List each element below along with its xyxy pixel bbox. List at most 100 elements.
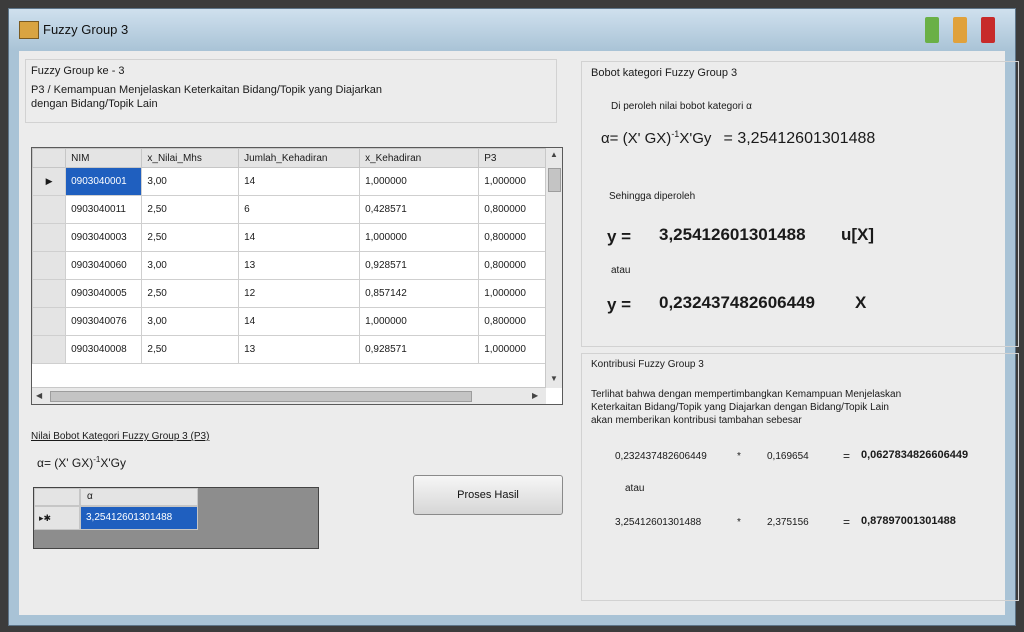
scroll-up-icon[interactable]: ▲ xyxy=(550,150,558,159)
table-cell[interactable]: 14 xyxy=(238,223,361,252)
table-cell[interactable]: 3,00 xyxy=(141,307,240,336)
table-cell[interactable]: 0903040005 xyxy=(65,279,143,308)
table-cell[interactable]: 1,000000 xyxy=(359,307,480,336)
table-cell[interactable]: 1,000000 xyxy=(359,223,480,252)
criterion-description-line1: P3 / Kemampuan Menjelaskan Keterkaitan B… xyxy=(31,84,382,96)
result-grid[interactable]: α ▸✱ 3,25412601301488 xyxy=(33,487,319,549)
calc1-a: 0,232437482606449 xyxy=(615,451,707,462)
y-label-2: y = xyxy=(607,295,632,314)
row-header[interactable]: ▶ xyxy=(32,167,67,196)
calc2-a: 3,25412601301488 xyxy=(615,517,702,528)
app-window: Fuzzy Group 3 Fuzzy Group ke - 3 P3 / Ke… xyxy=(8,8,1019,626)
table-row[interactable]: ▶ 0903040001 3,00 14 1,000000 1,000000 xyxy=(32,167,562,196)
data-table: NIM x_Nilai_Mhs Jumlah_Kehadiran x_Kehadira… xyxy=(32,148,562,364)
row-header-corner xyxy=(32,148,67,168)
y-label-1: y = xyxy=(607,227,632,246)
calc2-eq: = xyxy=(843,515,851,529)
row-header[interactable] xyxy=(32,335,67,364)
table-cell[interactable]: 0903040011 xyxy=(65,195,143,224)
process-button[interactable]: Proses Hasil xyxy=(413,475,563,515)
weight-label: Nilai Bobot Kategori Fuzzy Group 3 (P3) xyxy=(31,431,210,442)
table-cell[interactable]: 0903040003 xyxy=(65,223,143,252)
contribution-line3: akan memberikan kontribusi tambahan sebe… xyxy=(591,415,802,426)
contribution-title: Kontribusi Fuzzy Group 3 xyxy=(591,359,704,370)
left-formula: α= (X' GX)-1X'Gy xyxy=(37,455,126,470)
close-button[interactable] xyxy=(981,17,995,43)
vertical-scroll-thumb[interactable] xyxy=(548,168,561,192)
scroll-right-icon[interactable]: ▶ xyxy=(532,391,538,400)
window-title: Fuzzy Group 3 xyxy=(43,22,129,37)
or-text-2: atau xyxy=(625,483,645,494)
table-cell[interactable]: 2,50 xyxy=(141,223,240,252)
scroll-down-icon[interactable]: ▼ xyxy=(550,374,558,383)
table-cell[interactable]: 14 xyxy=(238,167,361,196)
table-row[interactable]: 0903040076 3,00 14 1,000000 0,800000 xyxy=(32,307,562,336)
table-cell[interactable]: 0903040060 xyxy=(65,251,143,280)
row-header[interactable] xyxy=(32,223,67,252)
calc2-b: 2,375156 xyxy=(767,517,809,528)
row-header[interactable] xyxy=(32,195,67,224)
maximize-button[interactable] xyxy=(953,17,967,43)
calc1-result: 0,0627834826606449 xyxy=(861,449,969,461)
table-cell[interactable]: 0,428571 xyxy=(359,195,480,224)
column-header[interactable]: x_Nilai_Mhs xyxy=(141,148,240,168)
column-header[interactable]: NIM xyxy=(65,148,143,168)
alpha-equation: α= (X' GX)-1X'Gy = 3,25412601301488 xyxy=(601,129,875,148)
calc1-eq: = xyxy=(843,449,851,463)
table-cell[interactable]: 2,50 xyxy=(141,279,240,308)
left-formula-tail: X'Gy xyxy=(100,456,127,470)
result-row-header: ▸✱ xyxy=(34,506,80,530)
column-header[interactable]: Jumlah_Kehadiran xyxy=(238,148,361,168)
table-cell[interactable]: 13 xyxy=(238,335,361,364)
table-cell[interactable]: 13 xyxy=(238,251,361,280)
table-cell[interactable]: 6 xyxy=(238,195,361,224)
table-cell[interactable]: 1,000000 xyxy=(359,167,480,196)
table-row[interactable]: 0903040060 3,00 13 0,928571 0,800000 xyxy=(32,251,562,280)
result-corner xyxy=(34,488,80,506)
y1-value: 3,25412601301488 xyxy=(659,225,806,244)
minimize-button[interactable] xyxy=(925,17,939,43)
alpha-formula: α= (X' GX) xyxy=(601,130,672,147)
column-header[interactable]: x_Kehadiran xyxy=(359,148,480,168)
horizontal-scrollbar[interactable]: ◀ ▶ xyxy=(32,387,546,404)
result-column-header: α xyxy=(80,488,198,506)
result-value-cell[interactable]: 3,25412601301488 xyxy=(80,506,198,530)
calc2-result: 0,87897001301488 xyxy=(861,515,956,527)
table-cell[interactable]: 0903040008 xyxy=(65,335,143,364)
table-header-row: NIM x_Nilai_Mhs Jumlah_Kehadiran x_Kehadira… xyxy=(32,148,562,168)
title-bar: Fuzzy Group 3 xyxy=(9,9,1015,51)
table-cell[interactable]: 14 xyxy=(238,307,361,336)
left-formula-main: α= (X' GX) xyxy=(37,456,94,470)
group-title: Fuzzy Group ke - 3 xyxy=(31,65,125,77)
table-cell[interactable]: 0,928571 xyxy=(359,251,480,280)
table-row[interactable]: 0903040005 2,50 12 0,857142 1,000000 xyxy=(32,279,562,308)
alpha-value: = 3,25412601301488 xyxy=(723,130,876,147)
table-cell[interactable]: 12 xyxy=(238,279,361,308)
table-cell[interactable]: 2,50 xyxy=(141,335,240,364)
table-cell[interactable]: 3,00 xyxy=(141,167,240,196)
y1-tail: u[X] xyxy=(841,225,875,244)
table-cell[interactable]: 3,00 xyxy=(141,251,240,280)
table-row[interactable]: 0903040008 2,50 13 0,928571 1,000000 xyxy=(32,335,562,364)
table-row[interactable]: 0903040003 2,50 14 1,000000 0,800000 xyxy=(32,223,562,252)
calc1-b: 0,169654 xyxy=(767,451,809,462)
client-area: Fuzzy Group ke - 3 P3 / Kemampuan Menjel… xyxy=(19,51,1019,615)
criterion-description-line2: dengan Bidang/Topik Lain xyxy=(31,98,158,110)
weight-group-title: Bobot kategori Fuzzy Group 3 xyxy=(591,67,738,79)
table-cell[interactable]: 0,857142 xyxy=(359,279,480,308)
horizontal-scroll-thumb[interactable] xyxy=(50,391,472,402)
row-header[interactable] xyxy=(32,251,67,280)
table-cell[interactable]: 2,50 xyxy=(141,195,240,224)
student-data-grid[interactable]: NIM x_Nilai_Mhs Jumlah_Kehadiran x_Kehadira… xyxy=(31,147,563,405)
table-row[interactable]: 0903040011 2,50 6 0,428571 0,800000 xyxy=(32,195,562,224)
row-header[interactable] xyxy=(32,279,67,308)
calc2-op: * xyxy=(737,517,741,528)
table-cell[interactable]: 0903040001 xyxy=(65,167,143,196)
row-header[interactable] xyxy=(32,307,67,336)
so-text: Sehingga diperoleh xyxy=(609,191,696,202)
scroll-left-icon[interactable]: ◀ xyxy=(36,391,42,400)
alpha-formula-tail: X'Gy xyxy=(679,130,712,147)
vertical-scrollbar[interactable]: ▲ ▼ xyxy=(545,148,562,388)
table-cell[interactable]: 0903040076 xyxy=(65,307,143,336)
table-cell[interactable]: 0,928571 xyxy=(359,335,480,364)
